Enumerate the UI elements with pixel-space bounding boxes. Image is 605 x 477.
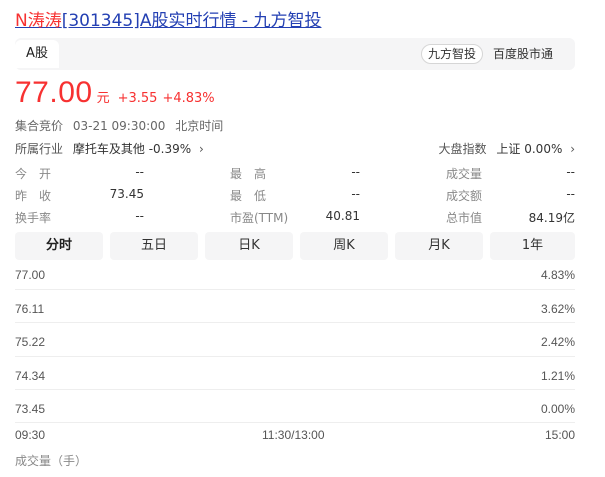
page-title[interactable]: N涛涛[301345]A股实时行情 - 九方智投 (15, 6, 321, 31)
grid-line (15, 289, 575, 290)
turnover-label: 换手率 (15, 211, 52, 225)
y-price-tick: 73.45 (15, 402, 46, 416)
title-rest[interactable]: [301345]A股实时行情 - 九方智投 (62, 11, 322, 31)
turnover-value: -- (135, 209, 144, 223)
market-pct: 0.00% (524, 142, 563, 156)
open-label: 今 开 (15, 167, 52, 181)
market-cap-label: 总市值 (446, 211, 483, 225)
stock-name[interactable]: N涛涛 (15, 11, 62, 31)
tab-weekly-k[interactable]: 周K (300, 232, 388, 260)
price-row: 77.00 元 +3.55 +4.83% (15, 76, 215, 112)
market-tabbar: A股 九方智投 百度股市通 (15, 38, 575, 70)
low-label: 最 低 (230, 189, 267, 203)
market-index-link[interactable]: 大盘指数 上证 0.00% › (439, 140, 575, 157)
volume-label: 成交量 (446, 167, 483, 181)
industry-label: 所属行业 (15, 142, 64, 156)
high-label: 最 高 (230, 167, 267, 181)
y-pct-tick: 4.83% (540, 268, 575, 282)
y-price-tick: 74.34 (15, 369, 46, 383)
industry-link[interactable]: 所属行业 摩托车及其他 -0.39% › (15, 140, 204, 157)
low-value: -- (351, 187, 360, 201)
high-value: -- (351, 165, 360, 179)
y-price-tick: 77.00 (15, 268, 46, 282)
x-tick-close: 15:00 (544, 428, 575, 442)
grid-line (15, 389, 575, 390)
industry-name: 摩托车及其他 (72, 142, 145, 156)
y-pct-tick: 3.62% (540, 302, 575, 316)
y-price-tick: 75.22 (15, 335, 46, 349)
period-tabs: 分时 五日 日K 周K 月K 1年 (15, 232, 575, 260)
industry-pct: -0.39% (148, 142, 192, 156)
grid-line (15, 356, 575, 357)
grid-line (15, 322, 575, 323)
tab-intraday[interactable]: 分时 (15, 232, 103, 260)
x-tick-open: 09:30 (15, 428, 46, 442)
price-change-pct: +4.83% (162, 91, 215, 106)
market-name: 上证 (496, 142, 521, 156)
tab-one-year[interactable]: 1年 (490, 232, 575, 260)
volume-value: -- (566, 165, 575, 179)
market-cap-value: 84.19亿 (528, 211, 575, 225)
y-price-tick: 76.11 (15, 302, 45, 316)
current-price: 77.00 (15, 76, 93, 109)
trade-phase: 集合竞价 (15, 119, 64, 133)
trade-status: 集合竞价 03-21 09:30:00 北京时间 (15, 117, 229, 134)
prev-close-label: 昨 收 (15, 189, 52, 203)
tab-monthly-k[interactable]: 月K (395, 232, 483, 260)
amount-label: 成交额 (446, 189, 483, 203)
volume-chart-label: 成交量（手） (15, 454, 88, 468)
amount-value: -- (566, 187, 575, 201)
tab-five-day[interactable]: 五日 (110, 232, 198, 260)
grid-line (15, 422, 575, 423)
price-change: +3.55 (117, 91, 158, 106)
tab-a-shares[interactable]: A股 (15, 40, 59, 68)
y-pct-tick: 2.42% (540, 335, 575, 349)
source-link[interactable]: 百度股市通 (493, 44, 553, 64)
trade-timezone: 北京时间 (175, 119, 224, 133)
prev-close-value: 73.45 (109, 187, 144, 201)
tab-daily-k[interactable]: 日K (205, 232, 293, 260)
y-pct-tick: 1.21% (540, 369, 575, 383)
y-pct-tick: 0.00% (540, 402, 575, 416)
market-label: 大盘指数 (438, 142, 487, 156)
open-value: -- (135, 165, 144, 179)
x-tick-midday: 11:30/13:00 (262, 428, 325, 442)
chevron-right-icon: › (198, 142, 204, 156)
source-tag[interactable]: 九方智投 (421, 44, 484, 64)
pe-label: 市盈(TTM) (230, 211, 289, 225)
trade-time: 03-21 09:30:00 (72, 119, 166, 133)
chevron-right-icon: › (570, 142, 575, 156)
price-unit: 元 (96, 91, 110, 106)
pe-value: 40.81 (325, 209, 360, 223)
